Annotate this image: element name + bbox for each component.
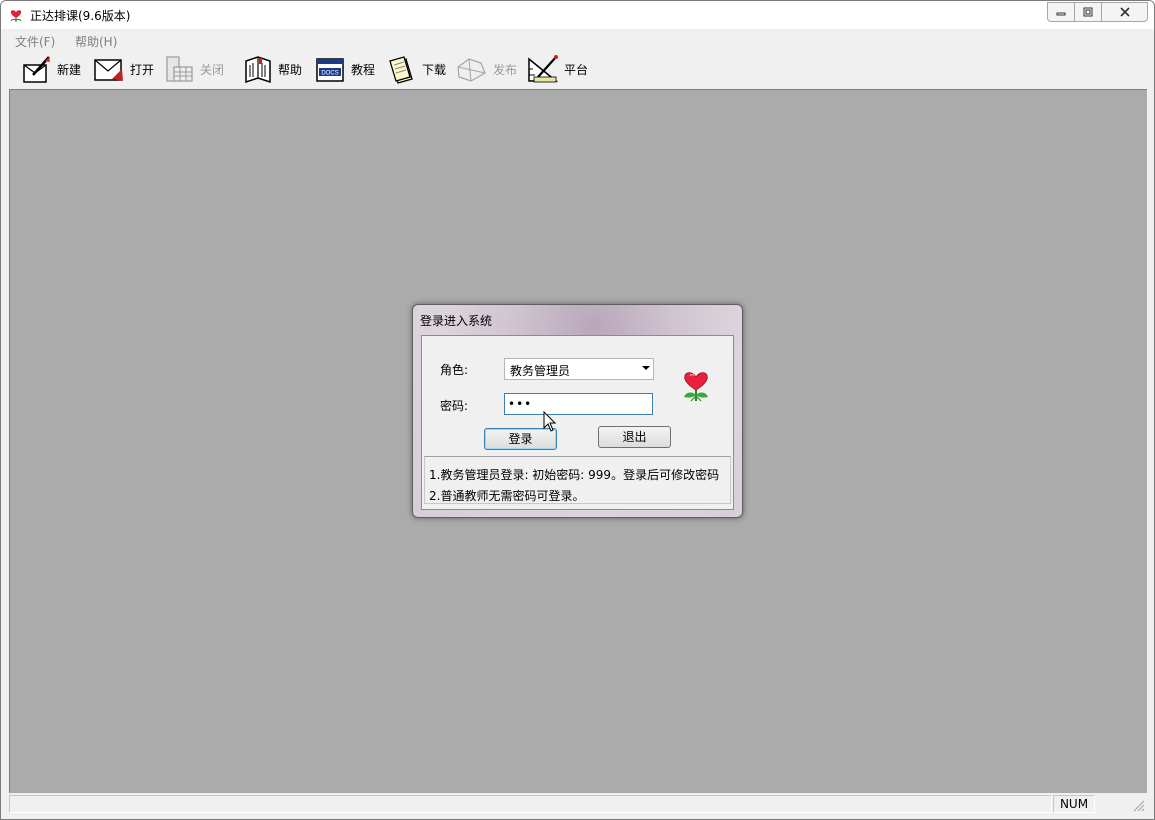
- toolbar-close-label: 关闭: [200, 62, 225, 77]
- status-num-indicator: NUM: [1053, 795, 1095, 813]
- dialog-title: 登录进入系统: [420, 314, 493, 328]
- note-line-1: 1.教务管理员登录: 初始密码: 999。登录后可修改密码: [429, 468, 720, 482]
- toolbar-open-label: 打开: [130, 62, 155, 77]
- menu-help[interactable]: 帮助(H): [75, 33, 117, 50]
- menu-bar: 文件(F) 帮助(H): [9, 30, 1147, 50]
- toolbar-download-button[interactable]: 下载: [386, 52, 446, 86]
- toolbar-tutorial-button[interactable]: DOCS 教程: [313, 52, 375, 86]
- toolbar-new-label: 新建: [57, 62, 82, 77]
- toolbar-help-button[interactable]: 帮助: [242, 52, 302, 86]
- close-file-icon: [166, 56, 193, 82]
- maximize-icon: [1083, 7, 1093, 17]
- rose-icon: [10, 10, 22, 22]
- role-select-value: 教务管理员: [510, 364, 571, 378]
- publish-icon: [457, 58, 486, 82]
- window-title: 正达排课(9.6版本): [30, 9, 131, 23]
- password-value: •••: [508, 397, 533, 411]
- open-icon: [94, 59, 123, 81]
- toolbar-close-button[interactable]: 关闭: [164, 52, 224, 86]
- minimize-icon: [1056, 12, 1066, 16]
- rose-icon: [684, 372, 708, 402]
- svg-text:DOCS: DOCS: [321, 71, 338, 77]
- help-book-icon: [245, 56, 271, 84]
- dialog-body: 角色: 教务管理员 密码: ••• 登录 退出 1.教务管理员登录: 初始密码:…: [421, 335, 734, 510]
- login-notes: 1.教务管理员登录: 初始密码: 999。登录后可修改密码 2.普通教师无需密码…: [424, 456, 731, 504]
- toolbar-platform-button[interactable]: 平台: [526, 52, 588, 86]
- role-select[interactable]: 教务管理员: [504, 358, 654, 380]
- password-label: 密码:: [440, 399, 469, 413]
- password-input[interactable]: •••: [504, 393, 653, 415]
- title-bar[interactable]: 正达排课(9.6版本): [1, 1, 1154, 29]
- toolbar-download-label: 下载: [422, 62, 447, 77]
- minimize-button[interactable]: [1047, 2, 1075, 22]
- exit-button[interactable]: 退出: [598, 426, 671, 448]
- maximize-button[interactable]: [1074, 2, 1102, 22]
- cursor-arrow-icon: [543, 411, 557, 432]
- close-button[interactable]: [1101, 2, 1148, 22]
- login-dialog: 登录进入系统 角色: 教务管理员 密码: ••• 登录 退出 1.教务管理员登录…: [412, 304, 743, 518]
- toolbar-open-button[interactable]: 打开: [92, 52, 154, 86]
- close-icon: [1119, 7, 1130, 17]
- toolbar-publish-label: 发布: [493, 62, 518, 77]
- note-line-2: 2.普通教师无需密码可登录。: [429, 489, 585, 503]
- status-message: [9, 795, 1052, 813]
- menu-file[interactable]: 文件(F): [15, 33, 55, 50]
- platform-icon: [528, 55, 559, 83]
- toolbar-platform-label: 平台: [564, 62, 589, 77]
- role-label: 角色:: [440, 363, 469, 377]
- resize-grip-icon[interactable]: [1131, 798, 1145, 812]
- chevron-down-icon[interactable]: [642, 366, 650, 370]
- toolbar-tutorial-label: 教程: [351, 62, 376, 77]
- status-bar: NUM: [9, 794, 1147, 813]
- new-icon: [23, 56, 50, 83]
- toolbar: 新建 打开 关闭 帮助 DOCS 教程 下载 发布 平台: [9, 50, 1147, 88]
- download-icon: [389, 56, 413, 84]
- toolbar-publish-button[interactable]: 发布: [455, 52, 517, 86]
- docs-icon: DOCS: [316, 58, 344, 82]
- toolbar-help-label: 帮助: [278, 62, 303, 77]
- toolbar-new-button[interactable]: 新建: [21, 52, 81, 86]
